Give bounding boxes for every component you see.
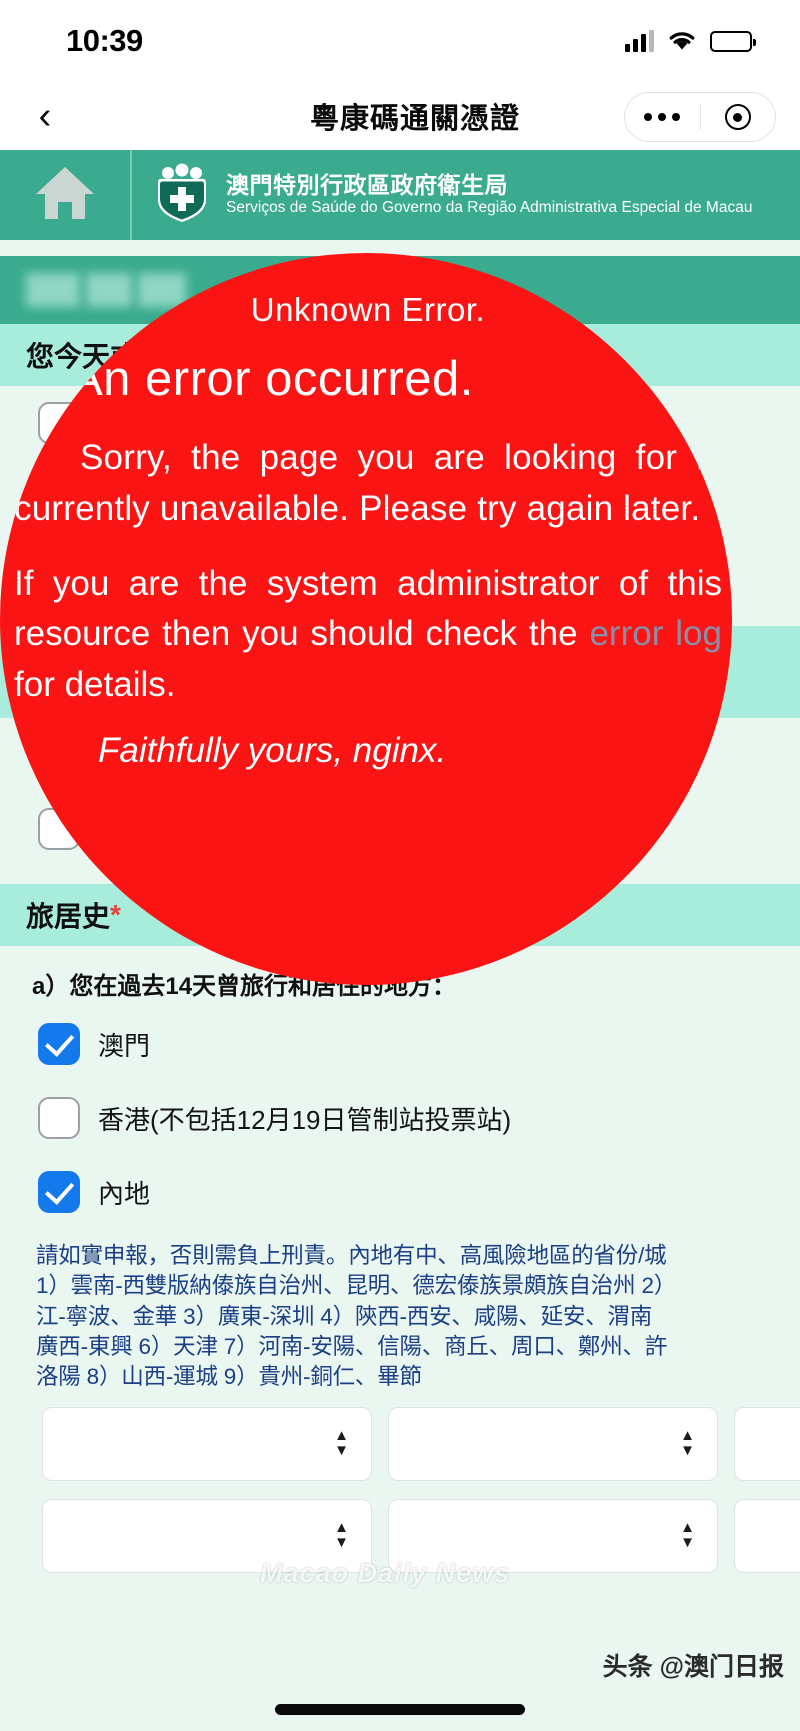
- error-paragraph-2: If you are the system administrator of t…: [14, 559, 722, 711]
- notice-line: 江-寧波、金華 3）廣東-深圳 4）陝西-西安、咸陽、延安、渭南: [36, 1303, 653, 1329]
- location-select[interactable]: ▲▼: [42, 1406, 372, 1481]
- travel-option-hongkong[interactable]: 香港(不包括12月19日管制站投票站): [0, 1081, 800, 1155]
- location-select[interactable]: ▲▼: [734, 1498, 800, 1573]
- travel-option-label: 內地: [98, 1178, 151, 1209]
- error-overlay-circle: Unknown Error. An error occurred. Sorry,…: [0, 253, 732, 985]
- error-log-link[interactable]: error log: [589, 614, 722, 653]
- error-heading: Unknown Error.: [250, 291, 486, 328]
- org-name-pt: Serviços de Saúde do Governo da Região A…: [226, 198, 753, 216]
- battery-icon: [710, 30, 756, 52]
- location-select[interactable]: ▲▼: [42, 1498, 372, 1573]
- location-select[interactable]: ▲▼: [388, 1406, 718, 1481]
- notice-line: 廣西-東興 6）天津 7）河南-安陽、信陽、商丘、周口、鄭州、許: [36, 1333, 668, 1359]
- status-bar: 10:39: [0, 0, 800, 82]
- error-subheading: An error occurred.: [70, 352, 474, 406]
- notice-line: 請如實申報，否則需負上刑責。內地有中、高風險地區的省份/城: [36, 1243, 667, 1268]
- checkbox-checked-icon[interactable]: [38, 1171, 80, 1213]
- more-options-icon[interactable]: [625, 113, 700, 121]
- checkbox-unchecked-icon[interactable]: [38, 1097, 80, 1139]
- org-name-cn: 澳門特別行政區政府衛生局: [226, 171, 508, 198]
- org-header: 澳門特別行政區政府衛生局 Serviços de Saúde do Govern…: [0, 150, 800, 240]
- travel-option-label: 香港(不包括12月19日管制站投票站): [98, 1104, 512, 1135]
- home-indicator[interactable]: [275, 1704, 525, 1715]
- org-name-block: 澳門特別行政區政府衛生局 Serviços de Saúde do Govern…: [226, 171, 753, 217]
- chevron-updown-icon: ▲ ▼: [334, 1519, 349, 1552]
- chevron-updown-icon: ▲ ▼: [680, 1427, 695, 1460]
- chevron-updown-icon: ▲ ▼: [680, 1519, 695, 1552]
- status-icons: [625, 30, 756, 52]
- travel-option-mainland[interactable]: 內地: [0, 1155, 800, 1229]
- home-button[interactable]: [0, 150, 132, 240]
- travel-option-macau[interactable]: 澳門: [0, 1007, 800, 1081]
- location-select[interactable]: ▲▼: [388, 1498, 718, 1573]
- checkbox-checked-icon[interactable]: [38, 1023, 80, 1065]
- error-paragraph-1: Sorry, the page you are looking for is c…: [14, 433, 722, 535]
- location-select-grid: ▲▼ ▲▼ ▲▼ ▲▼ ▲▼ ▲▼: [0, 1395, 800, 1573]
- miniprogram-capsule: [624, 92, 776, 142]
- status-time: 10:39: [66, 23, 143, 58]
- error-paragraph-1-text: Sorry, the page you are looking for is c…: [14, 438, 722, 528]
- travel-option-label: 澳門: [98, 1030, 151, 1061]
- wifi-icon: [668, 30, 696, 52]
- notice-line: 1）雲南-西雙版納傣族自治州、昆明、德宏傣族景頗族自治州 2）: [36, 1273, 677, 1299]
- phone-screen: 10:39 ‹ 粵康碼通關憑證 澳門特別行政區政府衛生局 Serviços de…: [0, 0, 800, 1731]
- chevron-updown-icon: ▲ ▼: [334, 1427, 349, 1460]
- notice-line: 洛陽 8）山西-運城 9）貴州-銅仁、畢節: [36, 1364, 422, 1390]
- home-icon: [34, 164, 96, 227]
- risk-area-notice: 請如實申報，否則需負上刑責。內地有中、高風險地區的省份/城 1）雲南-西雙版納傣…: [0, 1229, 800, 1395]
- org-brand: 澳門特別行政區政府衛生局 Serviços de Saúde do Govern…: [132, 162, 752, 229]
- health-bureau-shield-icon: [154, 162, 210, 229]
- cellular-signal-icon: [625, 30, 654, 52]
- error-paragraph-2-post: for details.: [14, 665, 176, 704]
- nav-bar: ‹ 粵康碼通關憑證: [0, 82, 800, 150]
- location-select[interactable]: ▲▼: [734, 1406, 800, 1481]
- error-signature: Faithfully yours, nginx.: [98, 730, 447, 770]
- close-target-icon[interactable]: [701, 104, 776, 130]
- error-overlay-content: Unknown Error. An error occurred. Sorry,…: [0, 253, 732, 985]
